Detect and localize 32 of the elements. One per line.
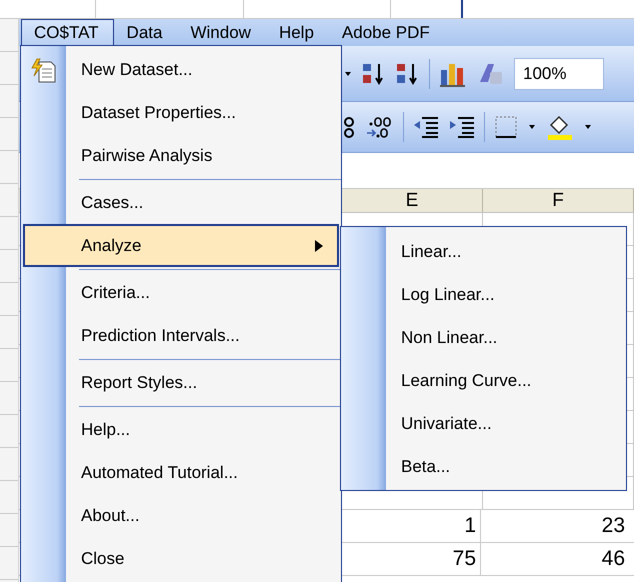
table-cell: 23 bbox=[602, 514, 625, 538]
fill-color-icon[interactable] bbox=[545, 113, 575, 141]
menu-item[interactable]: Automated Tutorial... bbox=[21, 451, 341, 494]
table-cell: 46 bbox=[602, 547, 625, 571]
menu-item[interactable]: Cases... bbox=[21, 181, 341, 224]
zoom-field[interactable]: 100% bbox=[514, 58, 604, 90]
menu-title[interactable]: Window bbox=[177, 19, 266, 46]
menu-item[interactable]: Pairwise Analysis bbox=[21, 134, 341, 177]
menu-item[interactable]: Report Styles... bbox=[21, 361, 341, 404]
menu-title[interactable]: Data bbox=[114, 19, 178, 46]
menu-item[interactable]: Non Linear... bbox=[341, 316, 626, 359]
menu-item[interactable]: Univariate... bbox=[341, 402, 626, 445]
menu-item[interactable]: Beta... bbox=[341, 445, 626, 488]
menu-title[interactable]: Help bbox=[266, 19, 329, 46]
borders-icon[interactable] bbox=[493, 114, 519, 140]
indent-icon[interactable] bbox=[448, 115, 476, 139]
menu-item[interactable]: Help... bbox=[21, 408, 341, 451]
increase-decimal-icon[interactable] bbox=[343, 114, 357, 140]
menu-item[interactable]: Criteria... bbox=[21, 271, 341, 314]
menu-item[interactable]: About... bbox=[21, 494, 341, 537]
menu-item[interactable]: Analyze bbox=[23, 224, 339, 267]
menu-item[interactable]: New Dataset... bbox=[21, 48, 341, 91]
outdent-icon[interactable] bbox=[412, 115, 440, 139]
menu-item[interactable]: Prediction Intervals... bbox=[21, 314, 341, 357]
column-header[interactable]: F bbox=[483, 189, 634, 212]
menu-title[interactable]: CO$TAT bbox=[21, 19, 114, 46]
menu-item[interactable]: Dataset Properties... bbox=[21, 91, 341, 134]
menu-item[interactable]: Close bbox=[21, 537, 341, 580]
menu-item[interactable]: Log Linear... bbox=[341, 273, 626, 316]
menu-item[interactable]: Learning Curve... bbox=[341, 359, 626, 402]
menu-item[interactable]: Linear... bbox=[341, 230, 626, 273]
menu-title[interactable]: Adobe PDF bbox=[328, 19, 445, 46]
